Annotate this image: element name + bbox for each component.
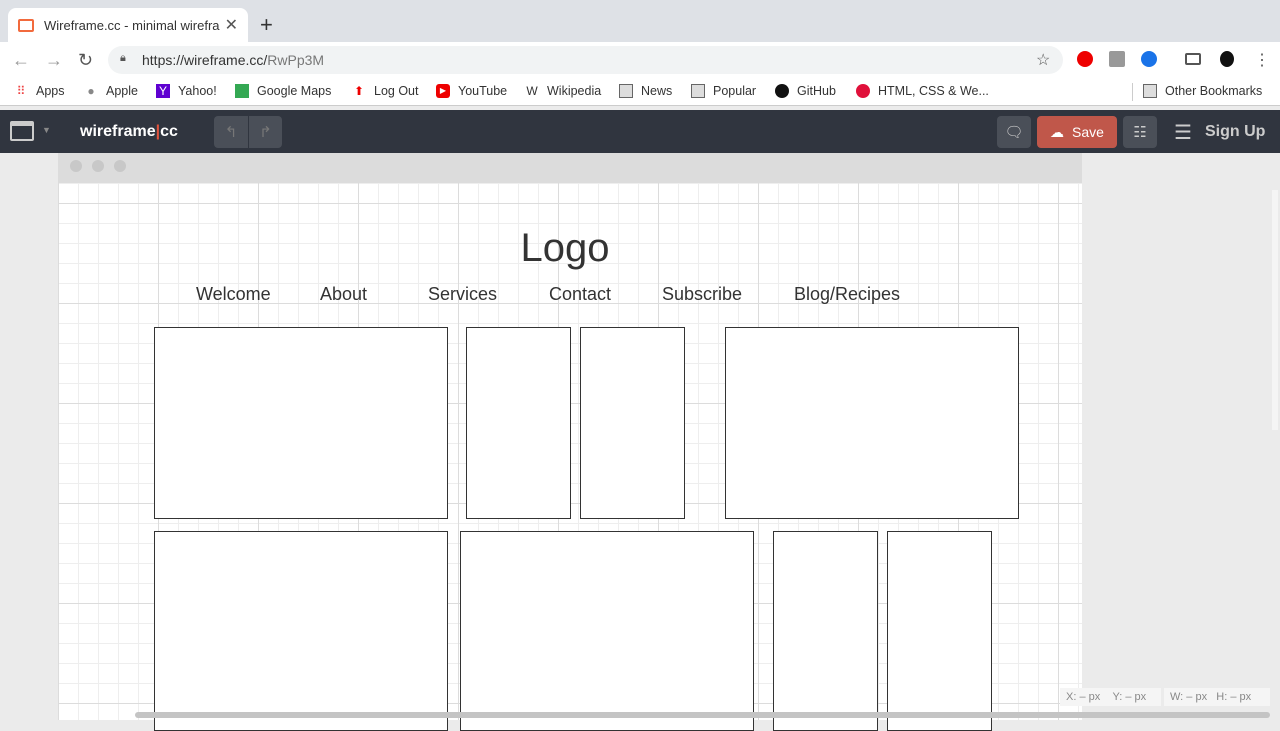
bookmark-github[interactable]: GitHub (775, 84, 836, 98)
reload-icon[interactable]: ↻ (78, 50, 93, 71)
folder-icon (1143, 84, 1157, 98)
wireframe-box[interactable] (580, 327, 685, 519)
wireframe-box[interactable] (460, 531, 754, 731)
wireframe-menu-item[interactable]: Welcome (196, 284, 271, 305)
browser-window-template-icon[interactable] (10, 121, 34, 141)
wireframe-favicon-icon (18, 18, 34, 32)
wireframe-menu-item[interactable]: Services (428, 284, 497, 305)
sign-up-link[interactable]: Sign Up (1205, 123, 1265, 141)
wireframe-menu-item[interactable]: Contact (549, 284, 611, 305)
drive-extension-icon[interactable] (1109, 51, 1125, 67)
divider (1132, 83, 1133, 101)
window-dot (70, 160, 82, 172)
wireframe-box[interactable] (887, 531, 992, 731)
bookmark-popular[interactable]: Popular (691, 84, 756, 98)
settings-sliders-button[interactable]: ☷ (1123, 116, 1157, 148)
window-dot (114, 160, 126, 172)
address-bar[interactable]: https://wireframe.cc/RwPp3M (108, 46, 1063, 74)
lock-icon: 🔒︎ (120, 52, 126, 64)
folder-icon (619, 84, 633, 98)
sliders-icon: ☷ (1133, 124, 1147, 141)
cast-icon[interactable] (1185, 53, 1201, 65)
bookmark-news[interactable]: News (619, 84, 672, 98)
bookmarks-bar: ⠿ Apps ● Apple Y Yahoo! Google Maps ⬆ Log Ou… (0, 78, 1280, 106)
bookmark-wikipedia[interactable]: W Wikipedia (525, 84, 601, 98)
apple-icon: ● (87, 84, 95, 98)
app-logo: wireframe|cc (80, 123, 178, 140)
bookmark-other[interactable]: Other Bookmarks (1143, 84, 1262, 98)
position-readout: X: – px Y: – px (1060, 688, 1161, 706)
wikipedia-icon: W (526, 84, 538, 98)
folder-icon (691, 84, 705, 98)
tab-title: Wireframe.cc - minimal wirefra (44, 17, 220, 33)
browser-tab[interactable]: Wireframe.cc - minimal wirefra ✕ (8, 8, 248, 42)
new-tab-button[interactable]: + (260, 12, 273, 38)
wireframe-box[interactable] (725, 327, 1019, 519)
size-readout: W: – px H: – px (1164, 688, 1270, 706)
logout-icon: ⬆ (353, 84, 365, 98)
opera-extension-icon[interactable] (1077, 51, 1093, 67)
comment-button[interactable]: 🗨︎ (997, 116, 1031, 148)
wireframe-menu-item[interactable]: About (320, 284, 367, 305)
yahoo-icon: Y (156, 84, 170, 98)
forward-icon[interactable]: → (45, 50, 63, 71)
wireframe-menu-item[interactable]: Blog/Recipes (794, 284, 900, 305)
bitwarden-extension-icon[interactable] (1141, 51, 1157, 67)
chevron-down-icon[interactable]: ▼ (42, 125, 51, 135)
youtube-icon: ▶ (436, 84, 450, 98)
vertical-scrollbar[interactable] (1272, 190, 1278, 430)
cloud-upload-icon: ☁ (1050, 123, 1065, 140)
bookmark-apple[interactable]: ● Apple (84, 84, 138, 98)
window-frame-titlebar (58, 153, 1082, 183)
back-icon[interactable]: ← (12, 50, 30, 71)
bookmark-html-css[interactable]: HTML, CSS & We... (856, 84, 989, 98)
save-button[interactable]: ☁ Save (1037, 116, 1117, 148)
bookmark-youtube[interactable]: ▶ YouTube (436, 84, 507, 98)
wireframe-logo-text[interactable]: Logo (58, 226, 1072, 271)
bookmark-log-out[interactable]: ⬆ Log Out (352, 84, 419, 98)
url-host: https://wireframe.cc/ (142, 52, 268, 68)
html-css-icon (856, 84, 870, 98)
wireframe-box[interactable] (773, 531, 878, 731)
maps-icon (235, 84, 249, 98)
wireframe-box[interactable] (154, 327, 448, 519)
wireframe-box[interactable] (154, 531, 448, 731)
profile-avatar[interactable] (1220, 51, 1234, 67)
window-dot (92, 160, 104, 172)
wireframe-menu-item[interactable]: Subscribe (662, 284, 742, 305)
bookmark-apps[interactable]: ⠿ Apps (14, 84, 65, 98)
github-icon (775, 84, 789, 98)
hamburger-menu-icon[interactable]: ☰ (1174, 120, 1192, 145)
menu-kebab-icon[interactable]: ⋮ (1254, 50, 1270, 70)
url-path: RwPp3M (267, 52, 325, 68)
apps-grid-icon: ⠿ (16, 84, 26, 98)
redo-button[interactable]: ↱ (249, 116, 282, 148)
bookmark-star-icon[interactable]: ☆ (1036, 50, 1050, 70)
bookmark-yahoo[interactable]: Y Yahoo! (156, 84, 217, 98)
close-tab-icon[interactable]: ✕ (225, 15, 238, 35)
comment-icon: 🗨︎ (1004, 124, 1024, 141)
bookmark-google-maps[interactable]: Google Maps (235, 84, 331, 98)
wireframe-box[interactable] (466, 327, 571, 519)
undo-button[interactable]: ↰ (214, 116, 248, 148)
horizontal-scrollbar[interactable] (135, 712, 1270, 718)
